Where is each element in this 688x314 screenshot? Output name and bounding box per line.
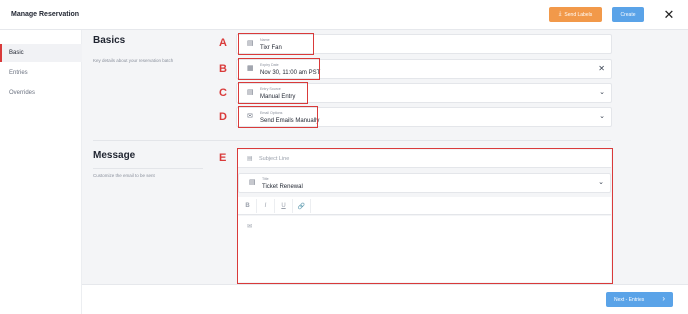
name-field-value: Tixr Fan	[260, 45, 282, 51]
bold-button[interactable]: B	[239, 199, 257, 213]
subject-line-input[interactable]: ▤ Subject Line	[238, 150, 611, 168]
send-labels-label: Send Labels	[564, 11, 593, 18]
chevron-down-icon[interactable]: ⌄	[599, 112, 605, 122]
annotation-e: E	[219, 152, 227, 164]
email-icon: ✉	[247, 113, 253, 120]
email-options-select[interactable]: ✉ Email Options Send Emails Manually ⌄	[236, 107, 612, 127]
clear-icon[interactable]: ✕	[598, 64, 605, 74]
send-labels-button[interactable]: ⤓ Send Labels	[549, 7, 602, 22]
top-bar: Manage Reservation ⤓ Send Labels Create …	[0, 0, 688, 30]
sidebar-item-overrides[interactable]: Overrides	[0, 84, 82, 102]
message-description: Customize the email to be sent	[93, 173, 155, 178]
expiry-date-value: Nov 30, 11:00 am PST	[260, 70, 321, 76]
chevron-right-icon: ›	[662, 294, 665, 303]
basics-description: Key details about your reservation batch	[93, 58, 174, 63]
email-icon: ✉	[247, 224, 253, 230]
annotation-c: C	[219, 87, 227, 99]
page-title: Manage Reservation	[11, 11, 80, 18]
expiry-date-label: Expiry Date	[260, 63, 279, 67]
form-icon: ▤	[249, 179, 256, 186]
title-field-label: Title	[262, 177, 269, 181]
email-options-label: Email Options	[260, 111, 283, 115]
basics-title: Basics	[93, 35, 126, 46]
name-field[interactable]: ▤ Name Tixr Fan	[236, 34, 612, 54]
email-options-value: Send Emails Manually	[260, 118, 320, 124]
sidebar-item-basic[interactable]: Basic	[0, 44, 82, 62]
email-body-editor[interactable]: ✉	[238, 216, 611, 282]
annotation-a: A	[219, 37, 227, 49]
next-entries-button[interactable]: Next - Entries ›	[606, 292, 673, 307]
form-icon: ▤	[247, 156, 253, 162]
entry-source-value: Manual Entry	[260, 94, 296, 100]
sidebar: Basic Entries Overrides	[0, 30, 82, 314]
message-title: Message	[93, 150, 136, 161]
form-icon: ▤	[247, 40, 254, 47]
message-title-underline	[93, 168, 203, 169]
download-icon: ⤓	[558, 11, 562, 17]
footer: Next - Entries ›	[82, 284, 688, 314]
entry-source-label: Entry Source	[260, 87, 281, 91]
name-field-label: Name	[260, 38, 270, 42]
close-icon[interactable]: ✕	[662, 8, 676, 22]
sidebar-item-entries[interactable]: Entries	[0, 64, 82, 82]
title-select[interactable]: ▤ Title Ticket Renewal ⌄	[238, 173, 611, 193]
entry-source-select[interactable]: ▤ Entry Source Manual Entry ⌄	[236, 83, 612, 103]
italic-button[interactable]: I	[257, 199, 275, 213]
link-icon[interactable]: 🔗	[293, 199, 311, 213]
expiry-date-field[interactable]: ▦ Expiry Date Nov 30, 11:00 am PST ✕	[236, 59, 612, 79]
annotation-b: B	[219, 63, 227, 75]
subject-line-placeholder: Subject Line	[259, 156, 290, 162]
next-entries-label: Next - Entries	[614, 297, 645, 303]
annotation-d: D	[219, 111, 227, 123]
editor-toolbar: B I U 🔗	[238, 197, 611, 215]
calendar-icon: ▦	[247, 65, 254, 72]
create-button[interactable]: Create	[612, 7, 644, 22]
title-field-value: Ticket Renewal	[262, 184, 303, 190]
form-icon: ▤	[247, 89, 254, 96]
underline-button[interactable]: U	[275, 199, 293, 213]
section-divider	[93, 140, 611, 141]
chevron-down-icon[interactable]: ⌄	[598, 178, 604, 188]
chevron-down-icon[interactable]: ⌄	[599, 88, 605, 98]
